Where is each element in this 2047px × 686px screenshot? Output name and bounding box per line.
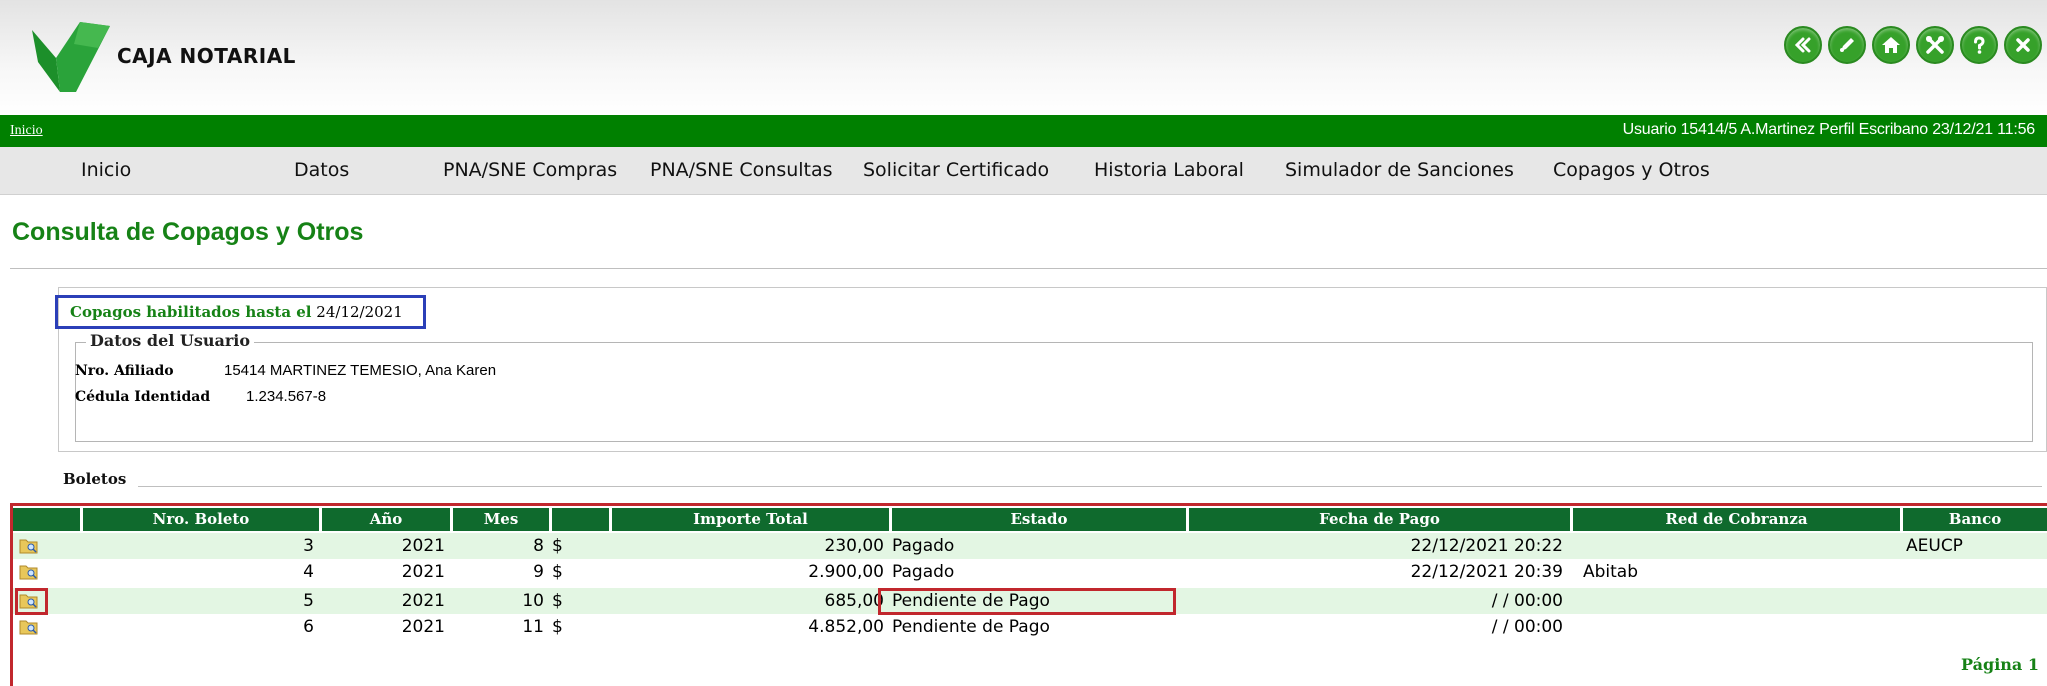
cell-mes: 9: [533, 562, 544, 582]
cell-importe: 230,00: [824, 536, 884, 556]
home-icon[interactable]: [1872, 26, 1910, 64]
cell-importe: 685,00: [824, 591, 884, 611]
cell-nro-boleto: 5: [303, 591, 314, 611]
cell-moneda: $: [552, 617, 563, 637]
cell-anio: 2021: [401, 536, 445, 556]
menu-item-datos[interactable]: Datos: [294, 159, 349, 181]
menu-item-inicio[interactable]: Inicio: [81, 159, 131, 181]
page-title: Consulta de Copagos y Otros: [12, 218, 364, 246]
cell-importe: 4.852,00: [808, 617, 884, 637]
pen-icon[interactable]: [1828, 26, 1866, 64]
cedula-value: 1.234.567-8: [246, 388, 327, 405]
table-row: 3 2021 8 $ 230,00 Pagado 22/12/2021 20:2…: [13, 533, 2047, 559]
user-info: Usuario 15414/5 A.Martinez Perfil Escrib…: [1622, 121, 2036, 138]
divider: [10, 268, 2047, 269]
menu-item-solicitar-certificado[interactable]: Solicitar Certificado: [863, 159, 1049, 181]
col-header-red-cobranza: Red de Cobranza: [1573, 508, 1903, 531]
folder-search-icon[interactable]: [19, 563, 39, 581]
datos-usuario-legend: Datos del Usuario: [86, 331, 255, 350]
folder-search-icon[interactable]: [19, 537, 39, 555]
afiliado-value: 15414 MARTINEZ TEMESIO, Ana Karen: [224, 362, 497, 379]
menu-item-pna-compras[interactable]: PNA/SNE Compras: [443, 159, 617, 181]
cell-nro-boleto: 6: [303, 617, 314, 637]
close-icon[interactable]: [2004, 26, 2042, 64]
folder-search-icon[interactable]: [19, 618, 39, 636]
cell-anio: 2021: [401, 617, 445, 637]
menu-item-simulador-sanciones[interactable]: Simulador de Sanciones: [1285, 159, 1514, 181]
col-header-mes: Mes: [453, 508, 552, 531]
pagina-label: Página: [1961, 655, 2023, 674]
afiliado-label: Nro. Afiliado: [75, 363, 174, 379]
copagos-label: Copagos habilitados hasta el: [70, 303, 312, 321]
cell-fecha-pago: / / 00:00: [1491, 617, 1563, 637]
col-header-estado: Estado: [892, 508, 1189, 531]
cell-anio: 2021: [401, 562, 445, 582]
col-header-fecha-pago: Fecha de Pago: [1189, 508, 1573, 531]
estado-highlight-box: [878, 588, 1176, 615]
main-menu: Inicio Datos PNA/SNE Compras PNA/SNE Con…: [0, 147, 2047, 195]
status-bar: Inicio Usuario 15414/5 A.Martinez Perfil…: [0, 115, 2047, 147]
col-header-importe: Importe Total: [612, 508, 892, 531]
cell-mes: 11: [522, 617, 544, 637]
folder-highlight-box: [15, 588, 48, 615]
app-header: CAJA NOTARIAL: [0, 0, 2047, 115]
divider: [138, 486, 2042, 487]
cell-fecha-pago: 22/12/2021 20:39: [1410, 562, 1563, 582]
col-header-banco: Banco: [1903, 508, 2047, 531]
help-icon[interactable]: [1960, 26, 1998, 64]
menu-item-historia-laboral[interactable]: Historia Laboral: [1094, 159, 1244, 181]
col-header-anio: Año: [322, 508, 453, 531]
cell-nro-boleto: 4: [303, 562, 314, 582]
back-icon[interactable]: [1784, 26, 1822, 64]
cell-red-cobranza: Abitab: [1583, 562, 1639, 582]
cell-mes: 10: [522, 591, 544, 611]
cell-estado: Pagado: [892, 536, 955, 556]
menu-item-pna-consultas[interactable]: PNA/SNE Consultas: [650, 159, 833, 181]
cell-fecha-pago: 22/12/2021 20:22: [1410, 536, 1563, 556]
pagina-number[interactable]: 1: [2028, 655, 2039, 674]
boletos-label: Boletos: [63, 470, 127, 488]
tools-icon[interactable]: [1916, 26, 1954, 64]
brand-name: CAJA NOTARIAL: [117, 44, 296, 68]
cell-banco: AEUCP: [1906, 536, 1963, 556]
caja-notarial-logo: [32, 22, 110, 92]
cell-moneda: $: [552, 591, 563, 611]
top-toolbar: [1784, 26, 2042, 64]
cell-estado: Pagado: [892, 562, 955, 582]
cell-importe: 2.900,00: [808, 562, 884, 582]
col-header-icon: [13, 508, 83, 531]
cell-moneda: $: [552, 562, 563, 582]
cedula-label: Cédula Identidad: [75, 389, 211, 405]
cell-estado: Pendiente de Pago: [892, 617, 1050, 637]
menu-item-copagos[interactable]: Copagos y Otros: [1553, 159, 1710, 181]
copagos-date: 24/12/2021: [316, 303, 403, 321]
table-row: 6 2021 11 $ 4.852,00 Pendiente de Pago /…: [13, 614, 2047, 640]
cell-nro-boleto: 3: [303, 536, 314, 556]
copagos-habilitados: Copagos habilitados hasta el 24/12/2021: [55, 295, 426, 329]
col-header-moneda: [552, 508, 612, 531]
datos-usuario-fieldset: [75, 342, 2033, 442]
col-header-nro-boleto: Nro. Boleto: [83, 508, 322, 531]
breadcrumb-inicio[interactable]: Inicio: [10, 123, 43, 139]
cell-anio: 2021: [401, 591, 445, 611]
cell-fecha-pago: / / 00:00: [1491, 591, 1563, 611]
pagination: Página 1: [1961, 655, 2039, 674]
cell-moneda: $: [552, 536, 563, 556]
table-row: 4 2021 9 $ 2.900,00 Pagado 22/12/2021 20…: [13, 559, 2047, 585]
cell-mes: 8: [533, 536, 544, 556]
